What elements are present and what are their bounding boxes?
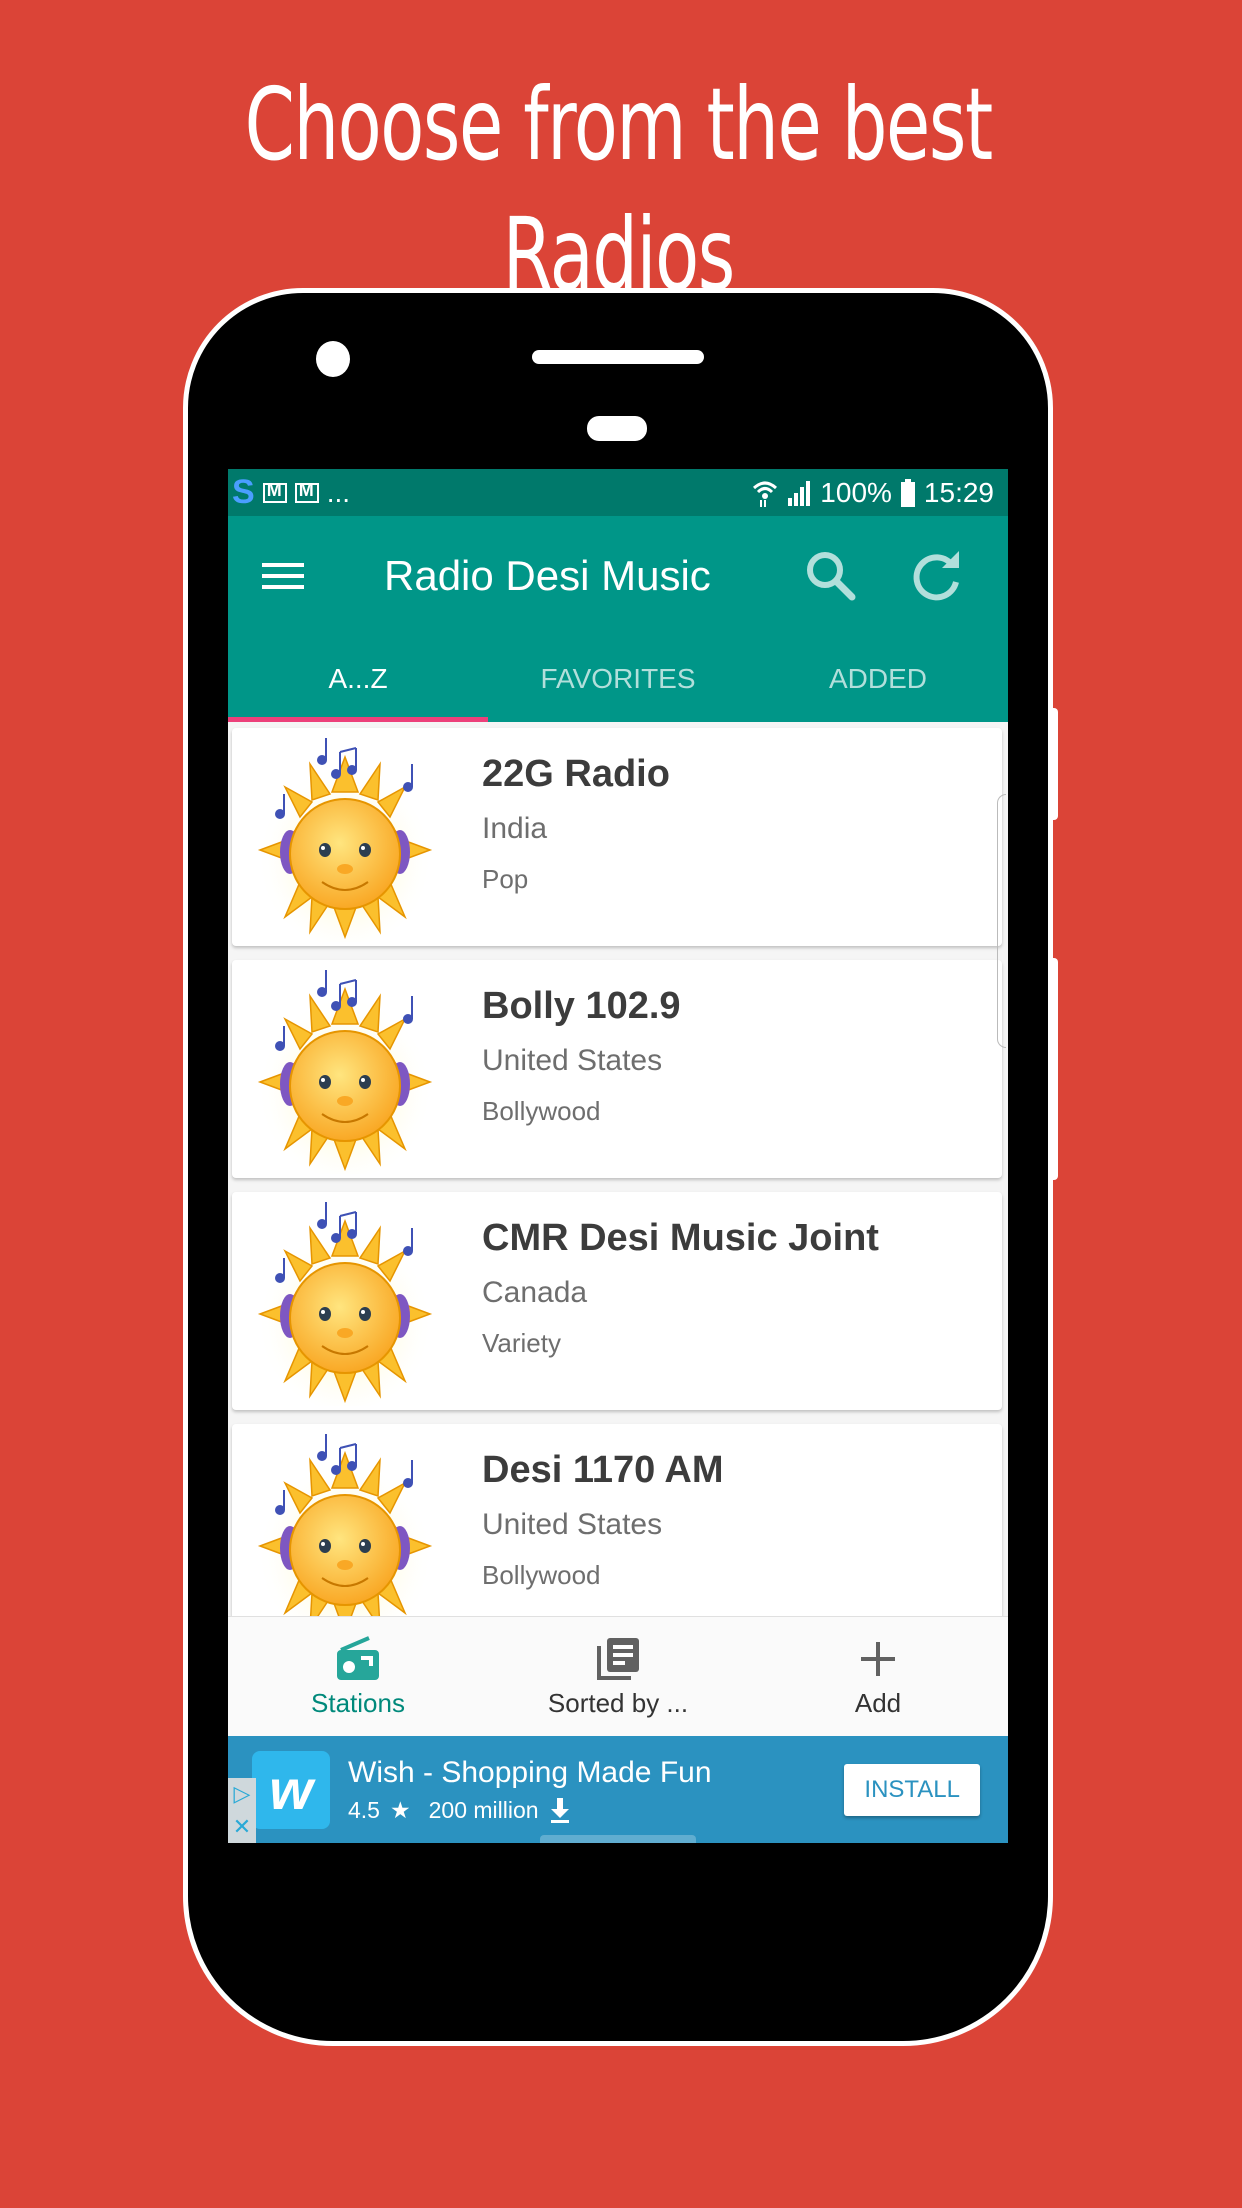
- station-card[interactable]: 22G Radio India Pop: [232, 728, 1002, 946]
- phone-side-button-top: [1050, 708, 1058, 820]
- station-genre: Variety: [482, 1328, 561, 1358]
- station-name: Desi 1170 AM: [482, 1449, 724, 1491]
- station-genre: Bollywood: [482, 1096, 601, 1126]
- refresh-button[interactable]: [902, 541, 972, 611]
- sun-headphones-logo: [250, 1428, 440, 1638]
- ad-banner[interactable]: ▷ ✕ w Wish - Shopping Made Fun 4.5 ★ 200…: [228, 1736, 1008, 1843]
- station-country: United States: [482, 1508, 663, 1541]
- phone-camera: [316, 341, 350, 377]
- nav-add[interactable]: Add: [748, 1617, 1008, 1737]
- station-name: CMR Desi Music Joint: [482, 1217, 879, 1259]
- phone-sensor: [587, 416, 647, 441]
- sun-headphones-logo: [250, 964, 440, 1174]
- sun-headphones-logo: [250, 732, 440, 942]
- star-icon: ★: [389, 1797, 411, 1823]
- tab-a-z[interactable]: A...Z: [228, 636, 488, 722]
- tab-bar: A...Z FAVORITES ADDED: [228, 636, 1008, 722]
- search-button[interactable]: [796, 541, 866, 611]
- app-title: Radio Desi Music: [384, 552, 711, 599]
- radio-icon: [337, 1635, 379, 1680]
- gmail-icon: [294, 480, 319, 503]
- station-name: 22G Radio: [482, 753, 670, 795]
- nav-add-label: Add: [854, 1687, 902, 1718]
- phone-speaker: [532, 350, 704, 364]
- station-country: Canada: [482, 1276, 588, 1309]
- s-app-notification-icon: S: [232, 473, 255, 511]
- tab-added[interactable]: ADDED: [748, 636, 1008, 722]
- ad-rating: 4.5: [348, 1797, 380, 1823]
- more-notifications: ...: [326, 476, 351, 508]
- clock: 15:29: [923, 476, 994, 508]
- tab-favorites[interactable]: FAVORITES: [488, 636, 748, 722]
- nav-sorted-by[interactable]: Sorted by ...: [488, 1617, 748, 1737]
- tab-indicator: [228, 717, 488, 722]
- station-country: United States: [482, 1044, 663, 1077]
- phone-side-button-volume: [1050, 958, 1058, 1180]
- plus-icon: [861, 1641, 895, 1676]
- station-genre: Pop: [482, 864, 529, 894]
- hamburger-icon: [262, 563, 304, 567]
- download-icon: [550, 1797, 569, 1823]
- ad-choices[interactable]: ▷ ✕: [228, 1778, 256, 1843]
- app-bar: Radio Desi Music: [228, 516, 1008, 636]
- nav-sorted-by-label: Sorted by ...: [547, 1687, 689, 1718]
- bottom-navigation: Stations Sorted by ... Add: [228, 1616, 1008, 1737]
- ad-app-logo: w: [252, 1750, 330, 1829]
- station-genre: Bollywood: [482, 1560, 601, 1590]
- station-list: 22G Radio India Pop Bolly 102.9 United S…: [228, 722, 1008, 1642]
- promo-headline: Choose from the best Radios: [244, 66, 994, 313]
- library-books-icon: [597, 1637, 639, 1680]
- battery-percent: 100%: [820, 476, 892, 508]
- ad-info-icon[interactable]: ▷: [234, 1781, 251, 1807]
- ad-app-name: Wish - Shopping Made Fun: [348, 1756, 712, 1789]
- wifi-icon: [753, 481, 778, 507]
- station-name: Bolly 102.9: [482, 985, 681, 1027]
- menu-button[interactable]: [262, 563, 318, 589]
- station-card[interactable]: Bolly 102.9 United States Bollywood: [232, 960, 1002, 1178]
- station-country: India: [482, 812, 548, 845]
- sun-headphones-logo: [250, 1196, 440, 1406]
- ad-downloads: 200 million: [428, 1797, 539, 1823]
- nav-stations[interactable]: Stations: [228, 1617, 488, 1737]
- fast-scroll-handle[interactable]: [997, 794, 1006, 1048]
- ad-close-icon[interactable]: ✕: [233, 1814, 251, 1840]
- ad-handle: [540, 1835, 696, 1843]
- install-button[interactable]: INSTALL: [844, 1763, 980, 1816]
- refresh-icon: [913, 551, 959, 601]
- search-icon: [807, 552, 856, 601]
- app-screen: S ... 100% 15:29: [228, 469, 1008, 1843]
- station-card[interactable]: CMR Desi Music Joint Canada Variety: [232, 1192, 1002, 1410]
- status-bar: S ... 100% 15:29: [228, 469, 1008, 516]
- nav-stations-label: Stations: [311, 1687, 405, 1718]
- station-card[interactable]: Desi 1170 AM United States Bollywood: [232, 1424, 1002, 1642]
- gmail-stack-icon: [262, 480, 287, 503]
- battery-icon: [900, 478, 915, 507]
- signal-icon: [788, 480, 811, 506]
